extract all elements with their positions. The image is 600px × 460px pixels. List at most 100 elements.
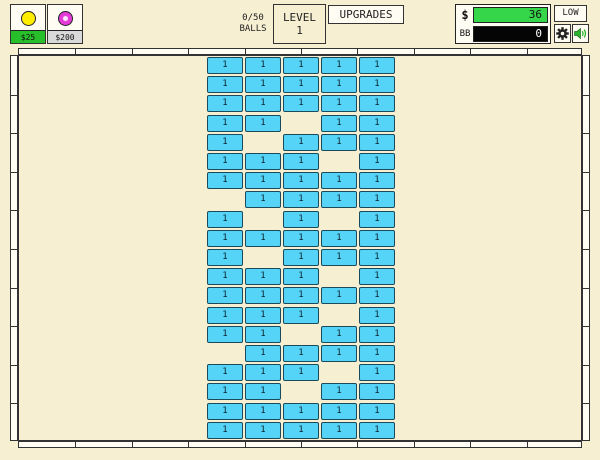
brick[interactable]: 1 xyxy=(283,249,319,266)
brick[interactable]: 1 xyxy=(245,268,281,285)
brick[interactable]: 1 xyxy=(359,134,395,151)
brick[interactable]: 1 xyxy=(359,230,395,247)
bb-label: BB xyxy=(459,29,471,39)
brick[interactable]: 1 xyxy=(359,268,395,285)
brick[interactable]: 1 xyxy=(207,326,243,343)
brick[interactable]: 1 xyxy=(207,422,243,439)
brick[interactable]: 1 xyxy=(359,115,395,132)
brick[interactable]: 1 xyxy=(321,57,357,74)
brick[interactable]: 1 xyxy=(321,403,357,420)
brick[interactable]: 1 xyxy=(207,307,243,324)
brick[interactable]: 1 xyxy=(321,383,357,400)
brick[interactable]: 1 xyxy=(321,95,357,112)
brick[interactable]: 1 xyxy=(245,403,281,420)
brick[interactable]: 1 xyxy=(207,383,243,400)
brick[interactable]: 1 xyxy=(283,211,319,228)
brick[interactable]: 1 xyxy=(359,153,395,170)
brick[interactable]: 1 xyxy=(359,422,395,439)
shop-basic-ball[interactable]: $25 xyxy=(10,4,46,44)
brick[interactable]: 1 xyxy=(245,76,281,93)
brick[interactable]: 1 xyxy=(283,307,319,324)
wall-segment-divider xyxy=(582,210,590,211)
brick[interactable]: 1 xyxy=(245,326,281,343)
brick[interactable]: 1 xyxy=(283,268,319,285)
brick[interactable]: 1 xyxy=(207,115,243,132)
brick[interactable]: 1 xyxy=(245,172,281,189)
brick[interactable]: 1 xyxy=(207,287,243,304)
brick[interactable]: 1 xyxy=(359,345,395,362)
brick[interactable]: 1 xyxy=(207,76,243,93)
brick[interactable]: 1 xyxy=(207,95,243,112)
brick[interactable]: 1 xyxy=(359,249,395,266)
brick[interactable]: 1 xyxy=(359,326,395,343)
brick[interactable]: 1 xyxy=(283,95,319,112)
brick[interactable]: 1 xyxy=(283,422,319,439)
brick[interactable]: 1 xyxy=(207,268,243,285)
brick[interactable]: 1 xyxy=(359,307,395,324)
brick[interactable]: 1 xyxy=(321,115,357,132)
brick[interactable]: 1 xyxy=(359,57,395,74)
brick[interactable]: 1 xyxy=(207,403,243,420)
brick[interactable]: 1 xyxy=(283,76,319,93)
brick[interactable]: 1 xyxy=(207,211,243,228)
brick[interactable]: 1 xyxy=(283,287,319,304)
brick[interactable]: 1 xyxy=(321,422,357,439)
brick[interactable]: 1 xyxy=(245,345,281,362)
gear-icon xyxy=(556,27,569,40)
brick[interactable]: 1 xyxy=(321,191,357,208)
brick[interactable]: 1 xyxy=(359,364,395,381)
brick[interactable]: 1 xyxy=(321,287,357,304)
brick[interactable]: 1 xyxy=(245,307,281,324)
brick[interactable]: 1 xyxy=(207,172,243,189)
brick[interactable]: 1 xyxy=(207,57,243,74)
brick[interactable]: 1 xyxy=(321,249,357,266)
brick[interactable]: 1 xyxy=(321,76,357,93)
brick[interactable]: 1 xyxy=(207,249,243,266)
brick[interactable]: 1 xyxy=(245,153,281,170)
brick[interactable]: 1 xyxy=(245,95,281,112)
brick[interactable]: 1 xyxy=(359,287,395,304)
brick[interactable]: 1 xyxy=(207,230,243,247)
balls-count-value: 0/50 xyxy=(242,13,264,23)
brick[interactable]: 1 xyxy=(207,364,243,381)
brick[interactable]: 1 xyxy=(207,134,243,151)
brick[interactable]: 1 xyxy=(245,422,281,439)
brick[interactable]: 1 xyxy=(321,345,357,362)
brick[interactable]: 1 xyxy=(245,383,281,400)
brick[interactable]: 1 xyxy=(207,153,243,170)
brick[interactable]: 1 xyxy=(283,134,319,151)
brick[interactable]: 1 xyxy=(359,403,395,420)
brick[interactable]: 1 xyxy=(321,326,357,343)
brick[interactable]: 1 xyxy=(359,172,395,189)
brick[interactable]: 1 xyxy=(245,57,281,74)
settings-button[interactable] xyxy=(554,24,571,43)
upgrades-button[interactable]: UPGRADES xyxy=(328,5,404,24)
brick[interactable]: 1 xyxy=(283,57,319,74)
brick[interactable]: 1 xyxy=(359,383,395,400)
brick[interactable]: 1 xyxy=(359,76,395,93)
brick[interactable]: 1 xyxy=(321,230,357,247)
brick[interactable]: 1 xyxy=(245,115,281,132)
brick[interactable]: 1 xyxy=(283,403,319,420)
quality-button[interactable]: LOW xyxy=(554,5,587,22)
brick[interactable]: 1 xyxy=(321,172,357,189)
brick[interactable]: 1 xyxy=(359,95,395,112)
brick[interactable]: 1 xyxy=(283,364,319,381)
brick[interactable]: 1 xyxy=(245,230,281,247)
shop-plasma-ball[interactable]: $200 xyxy=(47,4,83,44)
brick[interactable]: 1 xyxy=(245,364,281,381)
brick[interactable]: 1 xyxy=(245,191,281,208)
brick[interactable]: 1 xyxy=(321,134,357,151)
sound-button[interactable] xyxy=(572,24,589,43)
brick[interactable]: 1 xyxy=(283,172,319,189)
brick[interactable]: 1 xyxy=(283,153,319,170)
level-indicator: LEVEL 1 xyxy=(273,4,326,44)
brick[interactable]: 1 xyxy=(245,287,281,304)
brick[interactable]: 1 xyxy=(283,345,319,362)
brick[interactable]: 1 xyxy=(283,191,319,208)
brick[interactable]: 1 xyxy=(359,191,395,208)
brick[interactable]: 1 xyxy=(359,211,395,228)
wall-segment-divider xyxy=(10,403,18,404)
brick[interactable]: 1 xyxy=(283,230,319,247)
play-field[interactable]: 1111111111111111111111111111111111111111… xyxy=(18,55,582,441)
